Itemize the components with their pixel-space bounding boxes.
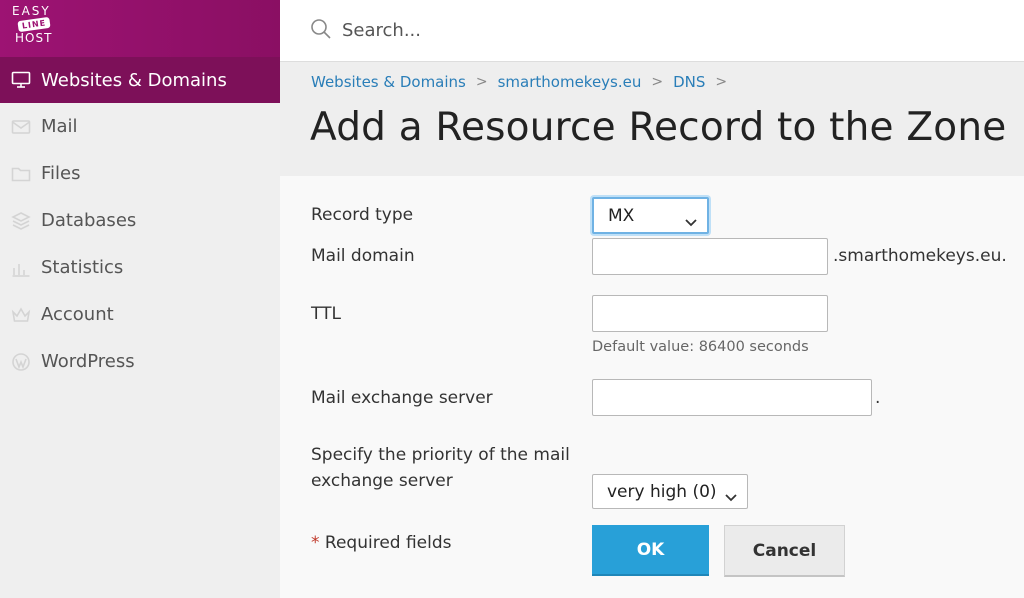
logo-line-1: EASY: [12, 4, 51, 18]
sidebar-item-label: Databases: [41, 210, 137, 231]
monitor-icon: [10, 69, 32, 91]
sidebar-item-label: Websites & Domains: [41, 69, 227, 91]
mail-domain-input[interactable]: [592, 238, 828, 275]
page-header: Websites & Domains > smarthomekeys.eu > …: [280, 62, 1024, 176]
logo-line-2: LINE: [17, 16, 51, 33]
breadcrumb-separator: >: [715, 74, 728, 90]
sidebar-item-websites-domains[interactable]: Websites & Domains: [0, 57, 280, 103]
record-type-label: Record type: [311, 205, 414, 225]
breadcrumb-separator: >: [475, 74, 488, 90]
mail-exchange-server-input[interactable]: [592, 379, 872, 416]
priority-label-line-1: Specify the priority of the mail: [311, 445, 570, 465]
required-star: *: [311, 533, 320, 553]
ok-button[interactable]: OK: [592, 525, 709, 576]
chevron-down-icon: [725, 487, 737, 507]
logo-line-3: HOST: [15, 31, 53, 45]
sidebar-item-label: Mail: [41, 116, 78, 137]
sidebar: EASY LINE HOST Websites & Domains Mail F…: [0, 0, 280, 598]
breadcrumb-dns[interactable]: DNS: [673, 73, 705, 91]
sidebar-item-mail[interactable]: Mail: [0, 103, 280, 150]
chevron-down-icon: [685, 212, 697, 232]
easy-line-host-logo[interactable]: EASY LINE HOST: [12, 5, 58, 49]
ttl-hint: Default value: 86400 seconds: [592, 339, 809, 355]
ttl-input[interactable]: [592, 295, 828, 332]
record-type-value: MX: [608, 205, 635, 226]
mail-exchange-server-suffix: .: [875, 388, 881, 408]
sidebar-item-wordpress[interactable]: WordPress: [0, 338, 280, 385]
sidebar-nav: Websites & Domains Mail Files Databases …: [0, 57, 280, 385]
sidebar-item-label: WordPress: [41, 351, 135, 372]
sidebar-item-label: Account: [41, 304, 114, 325]
priority-select[interactable]: very high (0): [592, 474, 748, 509]
logo-bar: EASY LINE HOST: [0, 0, 280, 57]
sidebar-item-label: Statistics: [41, 257, 124, 278]
search-icon[interactable]: [310, 18, 332, 44]
resource-record-form: Record type MX Mail domain .smarthomekey…: [280, 176, 1024, 598]
envelope-icon: [10, 116, 32, 138]
cancel-button[interactable]: Cancel: [724, 525, 845, 577]
priority-label-line-2: exchange server: [311, 471, 453, 491]
required-fields-text: Required fields: [319, 533, 452, 553]
mail-domain-suffix: .smarthomekeys.eu.: [833, 246, 1007, 266]
page-title: Add a Resource Record to the Zone: [310, 105, 1007, 150]
breadcrumb: Websites & Domains > smarthomekeys.eu > …: [311, 73, 737, 91]
wordpress-icon: [10, 351, 32, 373]
mail-domain-label: Mail domain: [311, 246, 415, 266]
search-bar: [280, 0, 1024, 62]
sidebar-item-databases[interactable]: Databases: [0, 197, 280, 244]
bar-chart-icon: [10, 257, 32, 279]
mail-exchange-server-label: Mail exchange server: [311, 388, 493, 408]
folder-icon: [10, 163, 32, 185]
database-icon: [10, 210, 32, 232]
breadcrumb-domain[interactable]: smarthomekeys.eu: [498, 73, 642, 91]
breadcrumb-websites-domains[interactable]: Websites & Domains: [311, 73, 466, 91]
priority-value: very high (0): [607, 481, 717, 502]
breadcrumb-separator: >: [651, 74, 664, 90]
required-fields-note: * Required fields: [311, 530, 452, 556]
sidebar-item-label: Files: [41, 163, 81, 184]
sidebar-item-files[interactable]: Files: [0, 150, 280, 197]
sidebar-item-statistics[interactable]: Statistics: [0, 244, 280, 291]
search-input[interactable]: [342, 20, 942, 41]
ttl-label: TTL: [311, 304, 341, 324]
sidebar-item-account[interactable]: Account: [0, 291, 280, 338]
crown-icon: [10, 304, 32, 326]
record-type-select[interactable]: MX: [592, 197, 709, 234]
